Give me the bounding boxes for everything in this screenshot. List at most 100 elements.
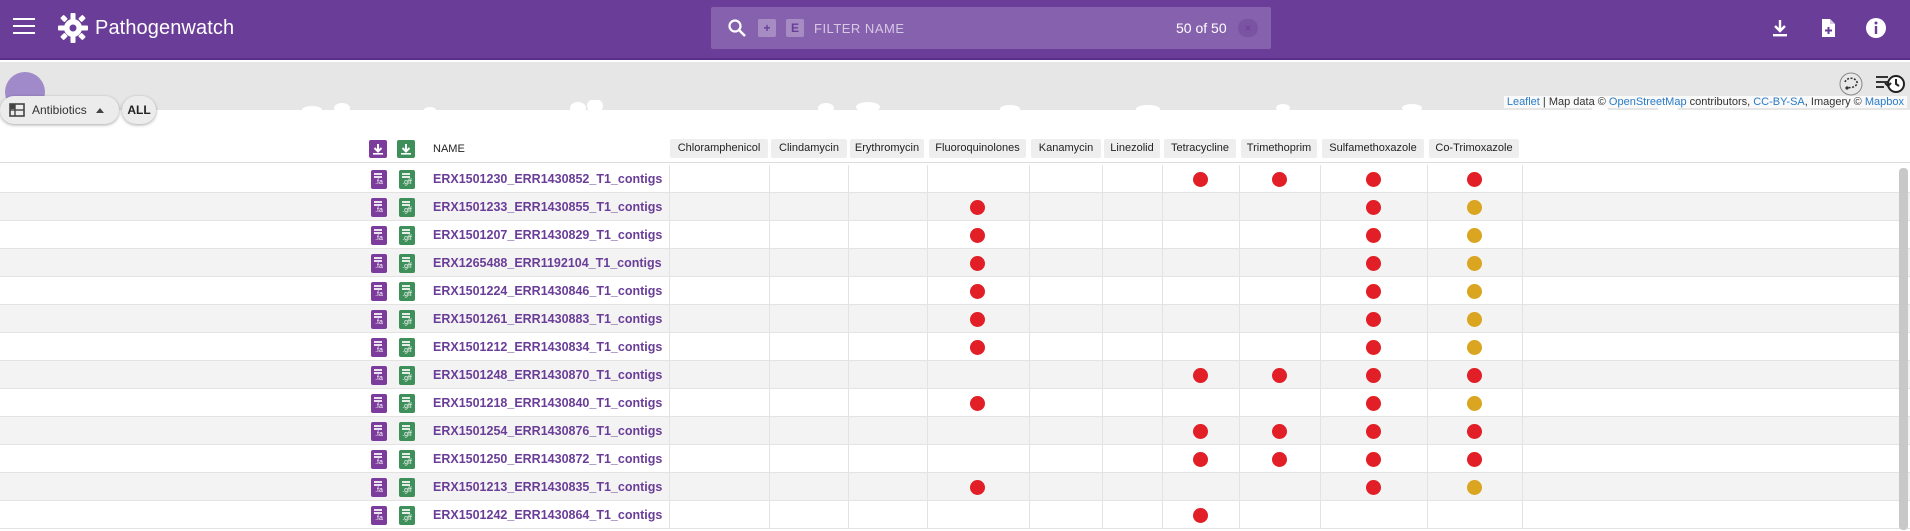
fasta-file-icon[interactable]: .fa (371, 506, 387, 525)
add-document-icon[interactable] (1816, 16, 1840, 40)
genome-name-link[interactable]: ERX1501207_ERR1430829_T1_contigs (433, 228, 662, 242)
column-header-erythromycin[interactable]: Erythromycin (850, 139, 924, 158)
resistant-marker-fluoroquinolones (970, 396, 985, 411)
column-header-sulfamethoxazole[interactable]: Sulfamethoxazole (1322, 139, 1424, 158)
gff-file-icon[interactable]: .gff (399, 310, 415, 329)
leaflet-link[interactable]: Leaflet (1507, 96, 1540, 108)
cell-divider (1102, 389, 1103, 417)
column-header-fluoroquinolones[interactable]: Fluoroquinolones (929, 139, 1026, 158)
fasta-file-icon[interactable]: .fa (371, 198, 387, 217)
table-row[interactable]: .fa .gff ERX1501242_ERR1430864_T1_contigs (0, 501, 1910, 529)
cell-divider (669, 193, 670, 221)
fasta-file-icon[interactable]: .fa (371, 170, 387, 189)
cell-divider (1102, 445, 1103, 473)
app-logo[interactable]: Pathogenwatch (55, 10, 234, 46)
gff-file-icon[interactable]: .gff (399, 282, 415, 301)
fasta-file-icon[interactable]: .fa (371, 338, 387, 357)
table-scrollbar[interactable] (1899, 168, 1908, 530)
genome-name-link[interactable]: ERX1501248_ERR1430870_T1_contigs (433, 368, 662, 382)
column-header-chloramphenicol[interactable]: Chloramphenicol (670, 139, 768, 158)
genome-name-link[interactable]: ERX1501261_ERR1430883_T1_contigs (433, 312, 662, 326)
cell-divider (1029, 249, 1030, 277)
fasta-file-icon[interactable]: .fa (371, 310, 387, 329)
table-row[interactable]: .fa .gff ERX1501218_ERR1430840_T1_contigs (0, 389, 1910, 417)
download-fasta-all-icon[interactable] (369, 140, 387, 158)
fasta-file-icon[interactable]: .fa (371, 254, 387, 273)
filter-name-input[interactable] (814, 17, 1064, 39)
table-row[interactable]: .fa .gff ERX1265488_ERR1192104_T1_contigs (0, 249, 1910, 277)
cell-divider (1522, 473, 1523, 501)
license-link[interactable]: CC-BY-SA (1753, 96, 1805, 108)
cell-divider (769, 389, 770, 417)
genome-name-link[interactable]: ERX1501250_ERR1430872_T1_contigs (433, 452, 662, 466)
gff-file-icon[interactable]: .gff (399, 450, 415, 469)
name-column-header[interactable]: NAME (433, 143, 465, 155)
table-row[interactable]: .fa .gff ERX1501250_ERR1430872_T1_contigs (0, 445, 1910, 473)
genome-name-link[interactable]: ERX1501224_ERR1430846_T1_contigs (433, 284, 662, 298)
table-row[interactable]: .fa .gff ERX1501212_ERR1430834_T1_contigs (0, 333, 1910, 361)
fasta-file-icon[interactable]: .fa (371, 366, 387, 385)
genome-name-link[interactable]: ERX1501213_ERR1430835_T1_contigs (433, 480, 662, 494)
cell-divider (848, 221, 849, 249)
gff-file-icon[interactable]: .gff (399, 226, 415, 245)
download-gff-all-icon[interactable] (397, 140, 415, 158)
cell-divider (1522, 501, 1523, 529)
fasta-file-icon[interactable]: .fa (371, 478, 387, 497)
intermediate-marker-co-trimoxazole (1466, 228, 1482, 243)
all-button[interactable]: ALL (122, 96, 156, 124)
gff-file-icon[interactable]: .gff (399, 338, 415, 357)
table-row[interactable]: .fa .gff ERX1501233_ERR1430855_T1_contigs (0, 193, 1910, 221)
lasso-icon[interactable] (1837, 70, 1865, 98)
cell-divider (1162, 333, 1163, 361)
cell-divider (848, 361, 849, 389)
table-row[interactable]: .fa .gff ERX1501248_ERR1430870_T1_contigs (0, 361, 1910, 389)
cell-divider (927, 277, 928, 305)
fasta-file-icon[interactable]: .fa (371, 394, 387, 413)
resistant-marker-sulfamethoxazole (1365, 480, 1381, 495)
genome-name-link[interactable]: ERX1265488_ERR1192104_T1_contigs (433, 256, 662, 270)
mapbox-link[interactable]: Mapbox (1865, 96, 1904, 108)
table-row[interactable]: .fa .gff ERX1501224_ERR1430846_T1_contigs (0, 277, 1910, 305)
antibiotics-dropdown[interactable]: Antibiotics (0, 96, 119, 124)
gff-file-icon[interactable]: .gff (399, 506, 415, 525)
gff-file-icon[interactable]: .gff (399, 394, 415, 413)
column-header-clindamycin[interactable]: Clindamycin (771, 139, 847, 158)
genome-name-link[interactable]: ERX1501212_ERR1430834_T1_contigs (433, 340, 662, 354)
gff-file-icon[interactable]: .gff (399, 478, 415, 497)
search-icon[interactable] (727, 18, 747, 38)
history-icon[interactable] (1883, 72, 1907, 96)
column-header-kanamycin[interactable]: Kanamycin (1031, 139, 1101, 158)
genome-name-link[interactable]: ERX1501254_ERR1430876_T1_contigs (433, 424, 662, 438)
table-row[interactable]: .fa .gff ERX1501230_ERR1430852_T1_contigs (0, 165, 1910, 193)
genome-name-link[interactable]: ERX1501242_ERR1430864_T1_contigs (433, 508, 662, 522)
gff-file-icon[interactable]: .gff (399, 422, 415, 441)
exact-match-button[interactable]: E (786, 19, 804, 37)
info-icon[interactable] (1864, 16, 1888, 40)
table-row[interactable]: .fa .gff ERX1501213_ERR1430835_T1_contigs (0, 473, 1910, 501)
fasta-file-icon[interactable]: .fa (371, 282, 387, 301)
menu-icon[interactable] (13, 18, 35, 36)
fasta-file-icon[interactable]: .fa (371, 450, 387, 469)
fasta-file-icon[interactable]: .fa (371, 226, 387, 245)
gff-file-icon[interactable]: .gff (399, 254, 415, 273)
table-row[interactable]: .fa .gff ERX1501254_ERR1430876_T1_contigs (0, 417, 1910, 445)
column-header-trimethoprim[interactable]: Trimethoprim (1241, 139, 1317, 158)
table-row[interactable]: .fa .gff ERX1501207_ERR1430829_T1_contigs (0, 221, 1910, 249)
openstreetmap-link[interactable]: OpenStreetMap (1609, 96, 1687, 108)
column-header-linezolid[interactable]: Linezolid (1104, 139, 1160, 158)
add-filter-button[interactable]: + (758, 19, 776, 37)
antibiotics-label: Antibiotics (32, 103, 87, 117)
clear-filter-button[interactable]: × (1238, 19, 1258, 37)
column-header-co-trimoxazole[interactable]: Co-Trimoxazole (1429, 139, 1519, 158)
logo-text: Pathogenwatch (95, 16, 235, 39)
table-row[interactable]: .fa .gff ERX1501261_ERR1430883_T1_contigs (0, 305, 1910, 333)
genome-name-link[interactable]: ERX1501230_ERR1430852_T1_contigs (433, 172, 662, 186)
fasta-file-icon[interactable]: .fa (371, 422, 387, 441)
gff-file-icon[interactable]: .gff (399, 366, 415, 385)
gff-file-icon[interactable]: .gff (399, 170, 415, 189)
download-icon[interactable] (1768, 16, 1792, 40)
genome-name-link[interactable]: ERX1501218_ERR1430840_T1_contigs (433, 396, 662, 410)
gff-file-icon[interactable]: .gff (399, 198, 415, 217)
genome-name-link[interactable]: ERX1501233_ERR1430855_T1_contigs (433, 200, 662, 214)
column-header-tetracycline[interactable]: Tetracycline (1164, 139, 1236, 158)
